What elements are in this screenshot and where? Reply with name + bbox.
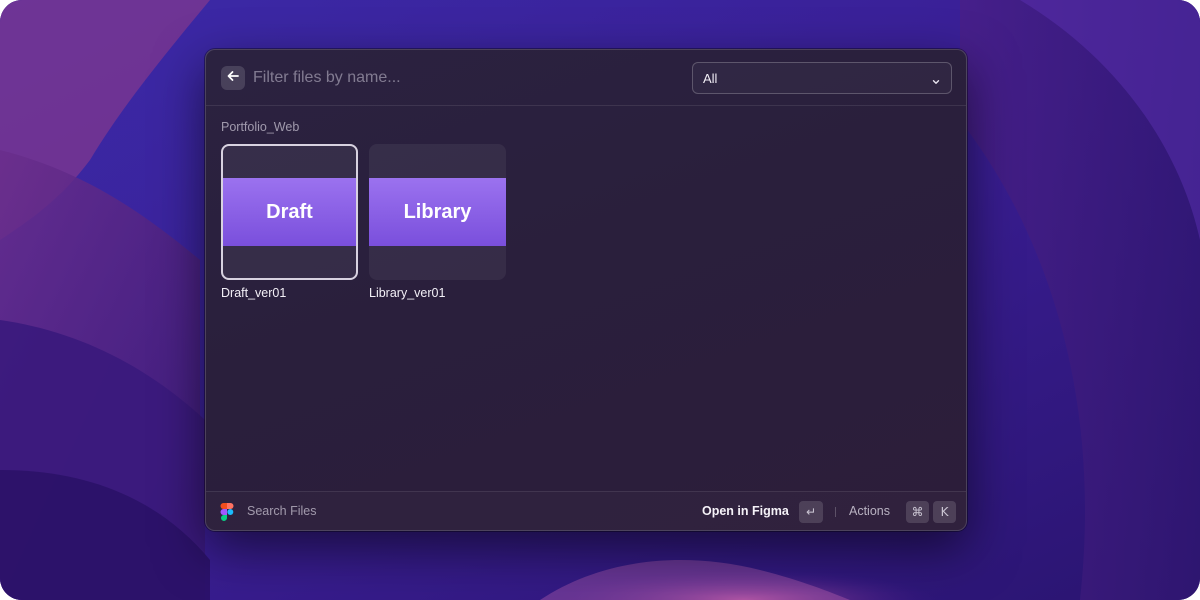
actions-button[interactable]: Actions bbox=[849, 504, 890, 518]
enter-key-hint: ↵ bbox=[799, 501, 823, 523]
search-input[interactable] bbox=[253, 64, 673, 92]
command-title: Search Files bbox=[247, 504, 317, 518]
filter-dropdown[interactable]: All bbox=[692, 62, 952, 94]
search-bar: All bbox=[206, 50, 966, 106]
back-button[interactable] bbox=[221, 66, 245, 90]
figma-icon bbox=[220, 503, 234, 521]
divider bbox=[835, 507, 836, 517]
search-files-window: All Portfolio_Web Draft Draft_ver01 Libr… bbox=[205, 49, 967, 531]
file-thumbnail-library[interactable]: Library bbox=[369, 144, 506, 280]
open-in-figma-button[interactable]: Open in Figma bbox=[702, 504, 789, 518]
k-key-hint: K bbox=[933, 501, 956, 523]
thumbnail-label: Library bbox=[369, 178, 506, 246]
desktop: All Portfolio_Web Draft Draft_ver01 Libr… bbox=[0, 0, 1200, 600]
file-thumbnail-draft[interactable]: Draft bbox=[221, 144, 358, 280]
arrow-left-icon bbox=[226, 69, 240, 88]
chevron-down-icon bbox=[931, 74, 941, 84]
command-key-hint: ⌘ bbox=[906, 501, 929, 523]
thumbnail-label: Draft bbox=[223, 178, 356, 246]
section-title: Portfolio_Web bbox=[221, 120, 300, 134]
filter-dropdown-value: All bbox=[703, 71, 718, 86]
file-name-draft[interactable]: Draft_ver01 bbox=[221, 286, 286, 300]
file-name-library[interactable]: Library_ver01 bbox=[369, 286, 445, 300]
action-bar: Search Files Open in Figma ↵ Actions ⌘ K bbox=[206, 491, 966, 530]
